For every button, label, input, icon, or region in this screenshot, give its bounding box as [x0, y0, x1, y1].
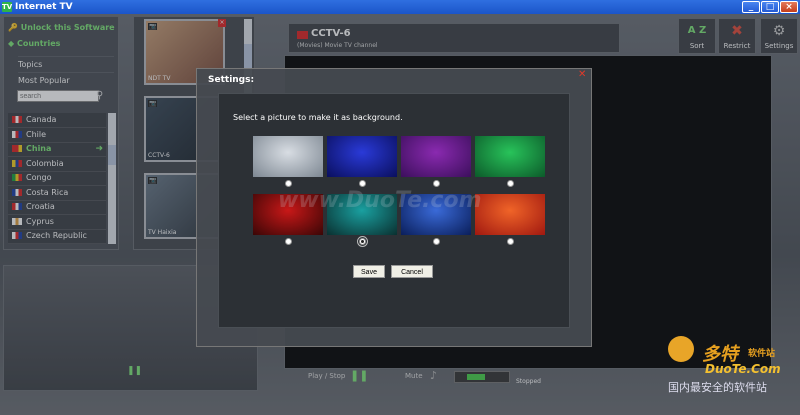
- background-option-purple-bokeh[interactable]: [401, 136, 471, 177]
- cancel-button[interactable]: Cancel: [391, 265, 433, 278]
- window-titlebar[interactable]: TV Internet TV _ □ ×: [0, 0, 800, 14]
- background-radio[interactable]: [507, 238, 514, 245]
- background-radio[interactable]: [357, 236, 368, 247]
- maximize-button[interactable]: □: [761, 1, 779, 13]
- background-option-autumn-leaves[interactable]: [475, 194, 545, 235]
- picker-prompt: Select a picture to make it as backgroun…: [233, 113, 403, 122]
- watermark-text: www.DuoTe.com: [278, 188, 482, 213]
- watermark-slogan: 国内最安全的软件站: [668, 381, 767, 394]
- tv-logo-icon: TV: [2, 2, 13, 12]
- minimize-button[interactable]: _: [742, 1, 760, 13]
- save-button[interactable]: Save: [353, 265, 385, 278]
- settings-title: Settings:: [208, 75, 255, 85]
- background-option-blue-wave[interactable]: [327, 136, 397, 177]
- close-icon[interactable]: ✕: [578, 70, 588, 80]
- background-radio[interactable]: [285, 238, 292, 245]
- background-option-silver-haze[interactable]: [253, 136, 323, 177]
- mascot-icon: [668, 336, 694, 362]
- background-radio[interactable]: [359, 180, 366, 187]
- background-radio[interactable]: [507, 180, 514, 187]
- close-window-button[interactable]: ×: [780, 1, 798, 13]
- background-radio[interactable]: [433, 180, 440, 187]
- background-radio[interactable]: [285, 180, 292, 187]
- watermark-site: DuoTe.Com: [705, 362, 781, 376]
- background-option-green-aurora[interactable]: [475, 136, 545, 177]
- watermark-logo-sub: 软件站: [748, 349, 776, 359]
- background-radio[interactable]: [433, 238, 440, 245]
- window-title: Internet TV: [15, 2, 73, 12]
